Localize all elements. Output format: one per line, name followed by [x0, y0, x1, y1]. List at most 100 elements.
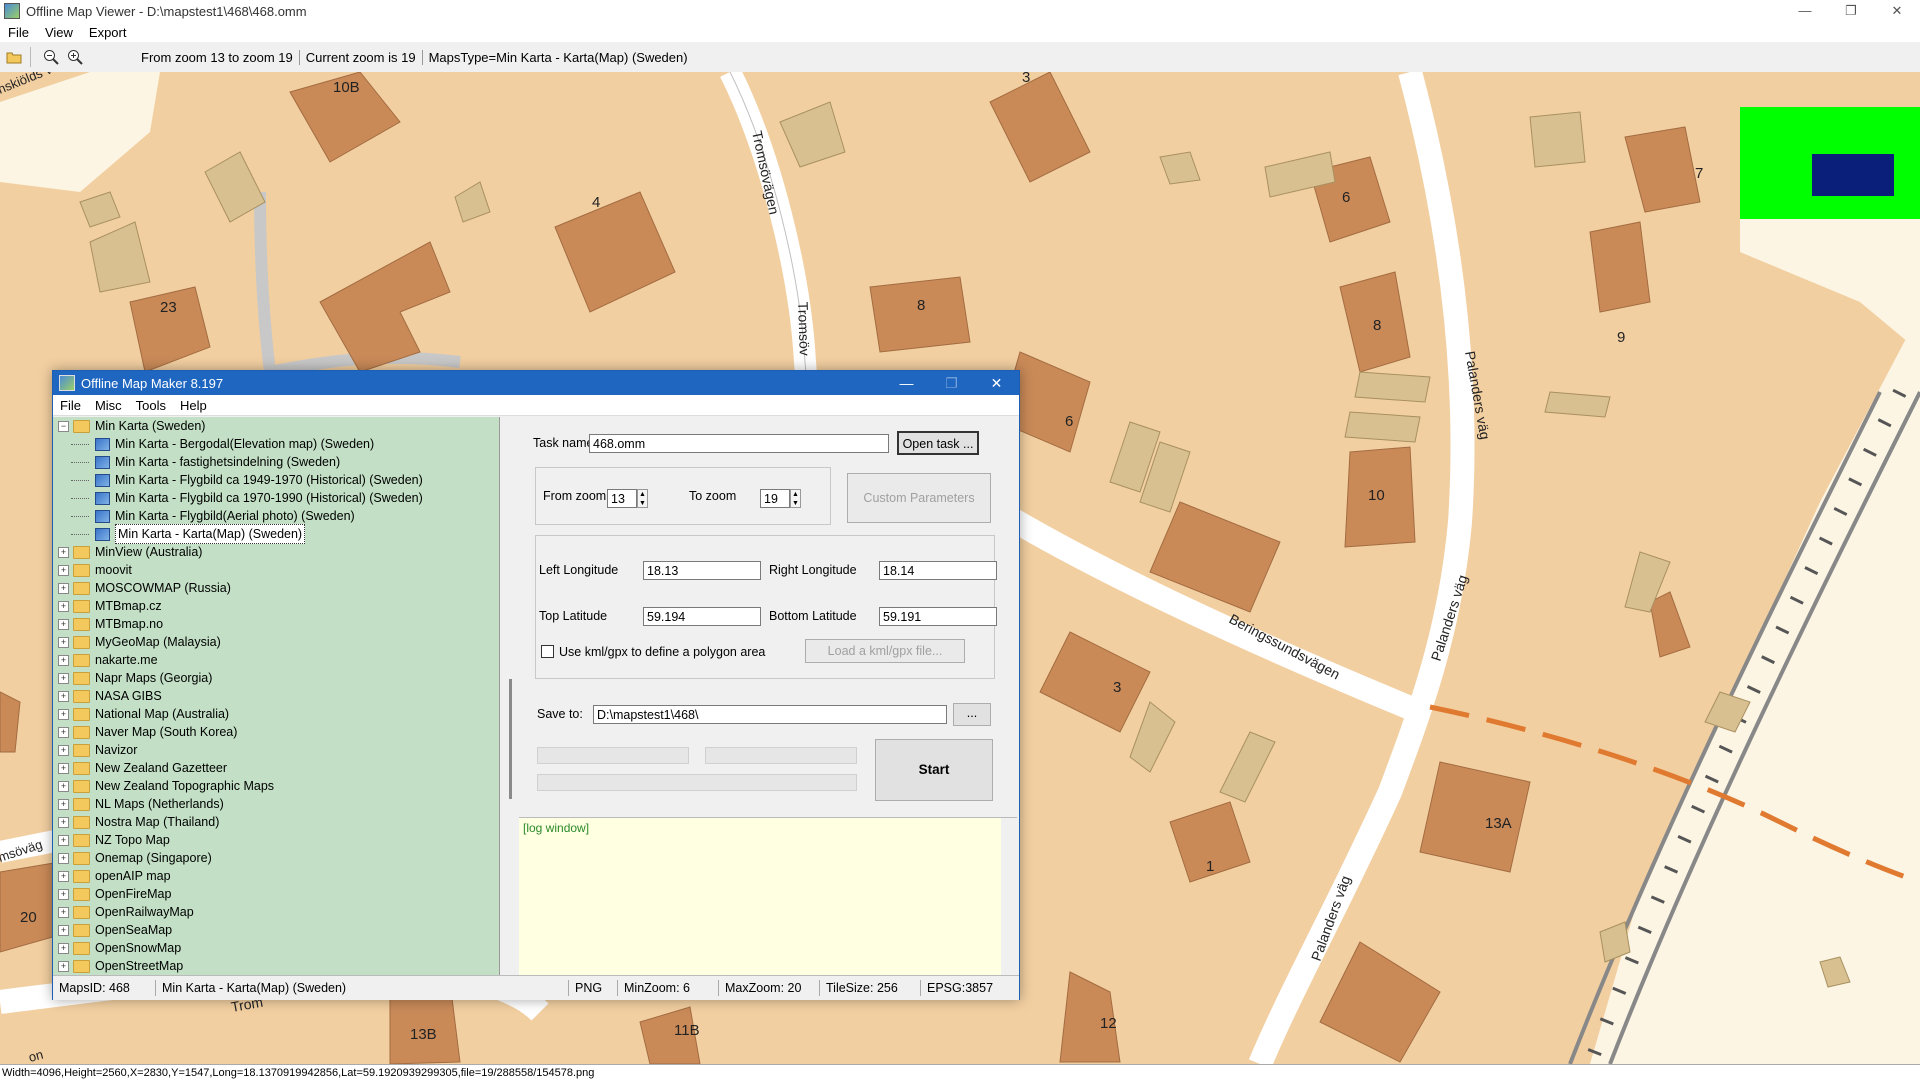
tree-folder[interactable]: + NASA GIBS	[53, 687, 499, 705]
tree-folder[interactable]: + openAIP map	[53, 867, 499, 885]
tree-folder[interactable]: + National Map (Australia)	[53, 705, 499, 723]
expand-icon[interactable]: +	[58, 618, 69, 630]
house-number: 4	[592, 194, 600, 211]
tree-folder[interactable]: + MinView (Australia)	[53, 543, 499, 561]
tree-map-item[interactable]: Min Karta - Flygbild ca 1949-1970 (Histo…	[53, 471, 499, 489]
expand-icon[interactable]: +	[58, 942, 69, 954]
expand-icon[interactable]: +	[58, 816, 69, 828]
house-number: 9	[1617, 329, 1625, 346]
tree-folder[interactable]: + Nostra Map (Thailand)	[53, 813, 499, 831]
tree-folder[interactable]: + MyGeoMap (Malaysia)	[53, 633, 499, 651]
tree-folder-expanded[interactable]: − Min Karta (Sweden)	[53, 417, 499, 435]
expand-icon[interactable]: +	[58, 600, 69, 612]
tree-folder[interactable]: + Napr Maps (Georgia)	[53, 669, 499, 687]
tree-folder[interactable]: + Naver Map (South Korea)	[53, 723, 499, 741]
maximize-button[interactable]: ❐	[1828, 0, 1874, 22]
tree-folder[interactable]: + moovit	[53, 561, 499, 579]
from-zoom-stepper[interactable]: ▲ ▼	[637, 489, 648, 508]
log-scrollbar[interactable]	[1001, 818, 1017, 976]
to-zoom-input[interactable]: 19	[760, 489, 790, 508]
browse-button[interactable]: ...	[953, 703, 991, 726]
dialog-titlebar: Offline Map Maker 8.197 — ❐ ✕	[53, 371, 1019, 395]
custom-parameters-button[interactable]: Custom Parameters	[847, 473, 991, 523]
menu-export[interactable]: Export	[81, 25, 135, 40]
dialog-menu-misc[interactable]: Misc	[88, 398, 129, 413]
dialog-menu-tools[interactable]: Tools	[129, 398, 173, 413]
left-longitude-input[interactable]: 18.13	[643, 561, 761, 580]
dialog-menu-help[interactable]: Help	[173, 398, 214, 413]
tree-map-item[interactable]: Min Karta - Flygbild ca 1970-1990 (Histo…	[53, 489, 499, 507]
log-window[interactable]: [log window]	[519, 817, 1017, 976]
expand-icon[interactable]: +	[58, 708, 69, 720]
expand-icon[interactable]: +	[58, 780, 69, 792]
expand-icon[interactable]: +	[58, 744, 69, 756]
open-task-button[interactable]: Open task ...	[897, 431, 979, 455]
tree-folder[interactable]: + OpenSnowMap	[53, 939, 499, 957]
task-name-input[interactable]: 468.omm	[589, 434, 889, 453]
expand-icon[interactable]: +	[58, 924, 69, 936]
tree-folder[interactable]: + OpenSeaMap	[53, 921, 499, 939]
from-zoom-input[interactable]: 13	[607, 489, 637, 508]
tree-map-item[interactable]: Min Karta - Flygbild(Aerial photo) (Swed…	[53, 507, 499, 525]
zoom-out-icon[interactable]	[41, 47, 61, 67]
tree-folder[interactable]: + OpenRailwayMap	[53, 903, 499, 921]
splitter-scrollbar[interactable]	[509, 679, 512, 799]
expand-icon[interactable]: +	[58, 672, 69, 684]
load-kml-button[interactable]: Load a kml/gpx file...	[805, 639, 965, 663]
maps-type-text: MapsType=Min Karta - Karta(Map) (Sweden)	[428, 49, 688, 65]
tree-folder[interactable]: + New Zealand Gazetteer	[53, 759, 499, 777]
tree-folder[interactable]: + nakarte.me	[53, 651, 499, 669]
tree-folder[interactable]: + New Zealand Topographic Maps	[53, 777, 499, 795]
expand-icon[interactable]: +	[58, 546, 69, 558]
expand-icon[interactable]: +	[58, 636, 69, 648]
tree-folder[interactable]: + MTBmap.no	[53, 615, 499, 633]
start-button[interactable]: Start	[875, 739, 993, 801]
tree-folder[interactable]: + NZ Topo Map	[53, 831, 499, 849]
expand-icon[interactable]: +	[58, 798, 69, 810]
tree-folder[interactable]: + NL Maps (Netherlands)	[53, 795, 499, 813]
expand-icon[interactable]: +	[58, 888, 69, 900]
expand-icon[interactable]: +	[58, 834, 69, 846]
top-latitude-input[interactable]: 59.194	[643, 607, 761, 626]
to-zoom-stepper[interactable]: ▲ ▼	[790, 489, 801, 508]
expand-icon[interactable]: +	[58, 852, 69, 864]
tree-folder[interactable]: + OpenFireMap	[53, 885, 499, 903]
tree-folder[interactable]: + Navizor	[53, 741, 499, 759]
house-number: 13A	[1485, 815, 1512, 832]
dialog-minimize-button[interactable]: —	[884, 375, 929, 392]
folder-icon	[73, 815, 90, 829]
menu-file[interactable]: File	[0, 25, 37, 40]
bottom-latitude-input[interactable]: 59.191	[879, 607, 997, 626]
expand-icon[interactable]: +	[58, 960, 69, 972]
minimize-button[interactable]: —	[1782, 0, 1828, 22]
tree-map-item[interactable]: Min Karta - Bergodal(Elevation map) (Swe…	[53, 435, 499, 453]
menu-view[interactable]: View	[37, 25, 81, 40]
map-source-tree[interactable]: − Min Karta (Sweden) Min Karta - Bergoda…	[53, 417, 500, 975]
status-maps-id: MapsID: 468	[53, 980, 156, 996]
tree-folder[interactable]: + MOSCOWMAP (Russia)	[53, 579, 499, 597]
expand-icon[interactable]: +	[58, 726, 69, 738]
tree-folder-label: Min Karta (Sweden)	[95, 419, 206, 433]
tree-map-item[interactable]: Min Karta - Karta(Map) (Sweden)	[53, 524, 499, 544]
expand-icon[interactable]: +	[58, 762, 69, 774]
expand-icon[interactable]: +	[58, 870, 69, 882]
dialog-maximize-button[interactable]: ❐	[929, 375, 974, 392]
right-longitude-input[interactable]: 18.14	[879, 561, 997, 580]
open-folder-icon[interactable]	[4, 47, 24, 67]
expand-icon[interactable]: +	[58, 564, 69, 576]
expand-icon[interactable]: +	[58, 654, 69, 666]
expand-icon[interactable]: +	[58, 690, 69, 702]
expand-icon[interactable]: +	[58, 906, 69, 918]
close-button[interactable]: ✕	[1874, 0, 1920, 22]
tree-map-item[interactable]: Min Karta - fastighetsindelning (Sweden)	[53, 453, 499, 471]
tree-folder[interactable]: + Onemap (Singapore)	[53, 849, 499, 867]
dialog-close-button[interactable]: ✕	[974, 375, 1019, 392]
kml-polygon-checkbox[interactable]	[541, 645, 554, 658]
save-path-input[interactable]: D:\mapstest1\468\	[593, 705, 947, 724]
expand-icon[interactable]: +	[58, 582, 69, 594]
tree-folder[interactable]: + OpenStreetMap	[53, 957, 499, 975]
dialog-menu-file[interactable]: File	[53, 398, 88, 413]
tree-folder[interactable]: + MTBmap.cz	[53, 597, 499, 615]
collapse-icon[interactable]: −	[58, 420, 69, 432]
zoom-in-icon[interactable]	[65, 47, 85, 67]
